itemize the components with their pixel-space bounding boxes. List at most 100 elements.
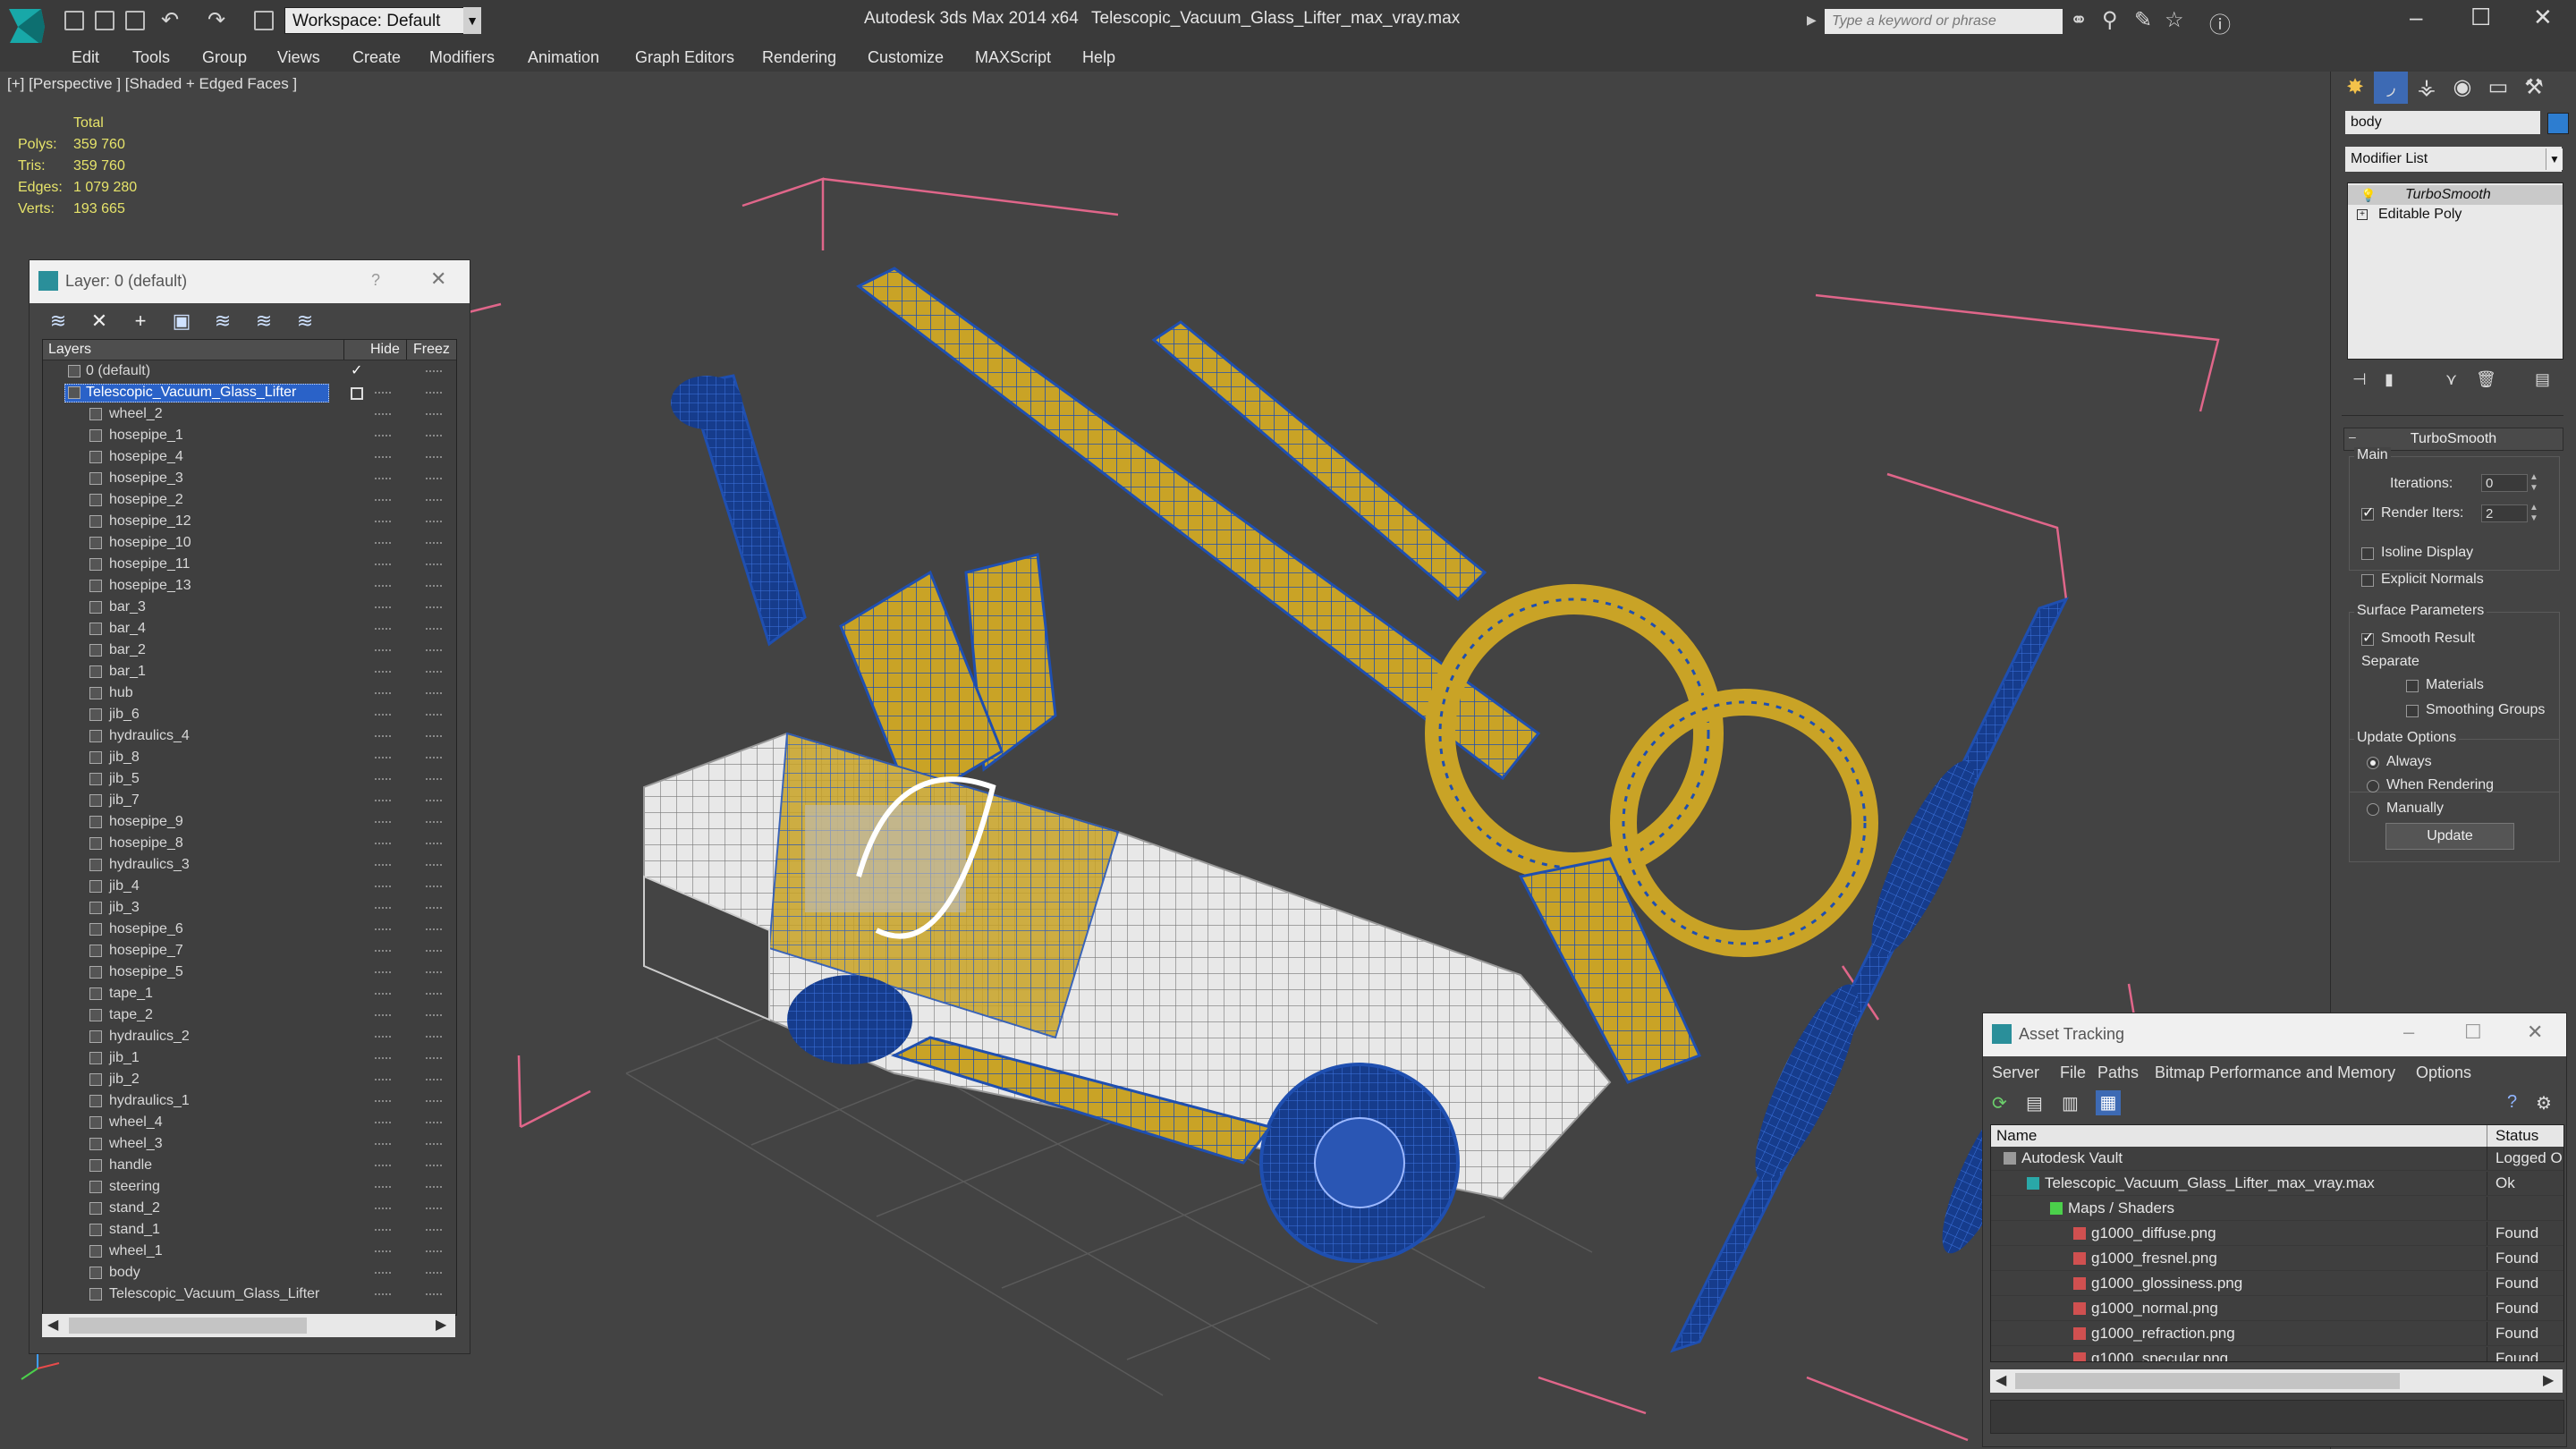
hide-toggle[interactable] bbox=[375, 1229, 391, 1233]
explicit-normals-checkbox[interactable] bbox=[2361, 574, 2374, 587]
layer-object-row[interactable]: hosepipe_4 bbox=[43, 447, 456, 469]
hide-toggle[interactable] bbox=[375, 606, 391, 611]
layer-object-row[interactable]: bar_3 bbox=[43, 597, 456, 619]
hide-toggle[interactable] bbox=[375, 499, 391, 504]
subscription-icon[interactable]: ⚲ bbox=[2102, 7, 2118, 33]
save-file-icon[interactable] bbox=[125, 11, 145, 30]
menu-views[interactable]: Views bbox=[277, 48, 320, 67]
select-objects-icon[interactable]: ▣ bbox=[171, 310, 192, 332]
smoothing-groups-checkbox[interactable] bbox=[2406, 705, 2419, 717]
hide-toggle[interactable] bbox=[375, 413, 391, 418]
hide-toggle[interactable] bbox=[375, 1036, 391, 1040]
column-name[interactable]: Name bbox=[1996, 1127, 2037, 1145]
freeze-toggle[interactable] bbox=[426, 649, 442, 654]
search-input[interactable]: Type a keyword or phrase bbox=[1825, 9, 2063, 34]
configure-sets-icon[interactable]: ▤ bbox=[2535, 370, 2550, 389]
freeze-toggle[interactable] bbox=[426, 499, 442, 504]
communication-center-icon[interactable]: ✎ bbox=[2134, 7, 2152, 33]
hide-toggle[interactable] bbox=[375, 1250, 391, 1255]
hide-toggle[interactable] bbox=[375, 864, 391, 869]
layer-object-row[interactable]: jib_7 bbox=[43, 791, 456, 812]
viewport-label[interactable]: [+] [Perspective ] [Shaded + Edged Faces… bbox=[7, 75, 297, 93]
freeze-toggle[interactable] bbox=[426, 1014, 442, 1019]
object-name-field[interactable]: body bbox=[2345, 111, 2540, 134]
freeze-toggle[interactable] bbox=[426, 1036, 442, 1040]
favorites-star-icon[interactable]: ☆ bbox=[2165, 7, 2184, 33]
hide-toggle[interactable] bbox=[375, 1079, 391, 1083]
create-layer-icon[interactable]: ≋ bbox=[47, 310, 69, 332]
render-iters-spinner[interactable]: 2 bbox=[2481, 504, 2528, 522]
menu-edit[interactable]: Edit bbox=[72, 48, 99, 67]
freeze-toggle[interactable] bbox=[426, 778, 442, 783]
binoculars-icon[interactable]: ⚭ bbox=[2070, 7, 2088, 33]
hide-toggle[interactable] bbox=[375, 1057, 391, 1062]
scroll-right-icon[interactable]: ▶ bbox=[2543, 1371, 2554, 1389]
layer-object-row[interactable]: hosepipe_10 bbox=[43, 533, 456, 555]
hide-toggle[interactable] bbox=[375, 649, 391, 654]
menu-rendering[interactable]: Rendering bbox=[762, 48, 836, 67]
hide-toggle[interactable] bbox=[375, 542, 391, 547]
workspace-dropdown[interactable]: Workspace: Default bbox=[284, 7, 481, 34]
layer-object-row[interactable]: tape_2 bbox=[43, 1005, 456, 1027]
menu-modifiers[interactable]: Modifiers bbox=[429, 48, 495, 67]
isoline-checkbox[interactable] bbox=[2361, 547, 2374, 560]
layer-object-row[interactable]: stand_1 bbox=[43, 1220, 456, 1241]
layer-object-row[interactable]: bar_1 bbox=[43, 662, 456, 683]
collapse-icon[interactable]: – bbox=[2349, 429, 2356, 444]
asset-row[interactable]: g1000_refraction.png Found bbox=[1991, 1322, 2563, 1346]
minimize-icon[interactable]: – bbox=[2403, 1021, 2414, 1044]
menu-graph-editors[interactable]: Graph Editors bbox=[635, 48, 734, 67]
asset-row[interactable]: Telescopic_Vacuum_Glass_Lifter_max_vray.… bbox=[1991, 1172, 2563, 1196]
freeze-toggle[interactable] bbox=[426, 564, 442, 568]
hide-toggle[interactable] bbox=[375, 1186, 391, 1191]
layer-object-row[interactable]: hosepipe_11 bbox=[43, 555, 456, 576]
layer-object-row[interactable]: jib_1 bbox=[43, 1048, 456, 1070]
project-folder-icon[interactable] bbox=[254, 11, 274, 30]
hide-toggle[interactable] bbox=[375, 1208, 391, 1212]
scroll-left-icon[interactable]: ◀ bbox=[47, 1316, 58, 1334]
freeze-toggle[interactable] bbox=[426, 692, 442, 697]
make-unique-icon[interactable]: ⋎ bbox=[2445, 370, 2457, 389]
search-expand-icon[interactable]: ▶ bbox=[1807, 13, 1817, 28]
horizontal-scrollbar[interactable]: ◀ ▶ bbox=[1990, 1369, 2563, 1393]
spinner-arrows-icon[interactable]: ▲ ▼ bbox=[2529, 503, 2538, 524]
layer-object-row[interactable]: hydraulics_4 bbox=[43, 726, 456, 748]
hide-toggle[interactable] bbox=[375, 1014, 391, 1019]
layer-object-row[interactable]: jib_8 bbox=[43, 748, 456, 769]
utilities-tab-icon[interactable]: ⚒ bbox=[2517, 72, 2551, 104]
hide-toggle[interactable] bbox=[375, 778, 391, 783]
layer-object-row[interactable]: wheel_1 bbox=[43, 1241, 456, 1263]
freeze-toggle[interactable] bbox=[426, 1079, 442, 1083]
materials-checkbox[interactable] bbox=[2406, 680, 2419, 692]
layer-object-row[interactable]: body bbox=[43, 1263, 456, 1284]
layer-dialog-titlebar[interactable]: Layer: 0 (default) ? ✕ bbox=[30, 260, 470, 303]
redo-icon[interactable]: ↷ bbox=[208, 7, 225, 33]
freeze-toggle[interactable] bbox=[426, 1165, 442, 1169]
layer-object-row[interactable]: hosepipe_6 bbox=[43, 919, 456, 941]
close-icon[interactable]: ✕ bbox=[2527, 1021, 2543, 1044]
menu-group[interactable]: Group bbox=[202, 48, 247, 67]
spinner-arrows-icon[interactable]: ▲ ▼ bbox=[2529, 472, 2538, 494]
layer-object-row[interactable]: tape_1 bbox=[43, 984, 456, 1005]
hide-toggle[interactable] bbox=[375, 1143, 391, 1148]
layer-object-row[interactable]: jib_2 bbox=[43, 1070, 456, 1091]
hide-toggle[interactable] bbox=[375, 993, 391, 997]
hide-toggle[interactable] bbox=[375, 435, 391, 439]
iterations-spinner[interactable]: 0 bbox=[2481, 474, 2528, 492]
hide-toggle[interactable] bbox=[375, 1122, 391, 1126]
horizontal-scrollbar[interactable]: ◀ ▶ bbox=[42, 1314, 455, 1337]
menu-animation[interactable]: Animation bbox=[528, 48, 599, 67]
scroll-left-icon[interactable]: ◀ bbox=[1996, 1371, 2006, 1389]
list-view-icon[interactable]: ▤ bbox=[2026, 1092, 2043, 1114]
column-hide[interactable]: Hide bbox=[370, 342, 400, 358]
at-menu-server[interactable]: Server bbox=[1992, 1063, 2039, 1082]
stack-item-editable-poly[interactable]: + Editable Poly bbox=[2348, 205, 2563, 225]
freeze-toggle[interactable] bbox=[426, 413, 442, 418]
freeze-toggle[interactable] bbox=[426, 907, 442, 911]
hide-toggle[interactable] bbox=[375, 821, 391, 826]
freeze-toggle[interactable] bbox=[426, 1100, 442, 1105]
delete-layer-icon[interactable]: ✕ bbox=[89, 310, 110, 332]
hide-toggle[interactable] bbox=[375, 671, 391, 675]
freeze-toggle[interactable] bbox=[426, 757, 442, 761]
asset-row[interactable]: g1000_normal.png Found bbox=[1991, 1297, 2563, 1321]
